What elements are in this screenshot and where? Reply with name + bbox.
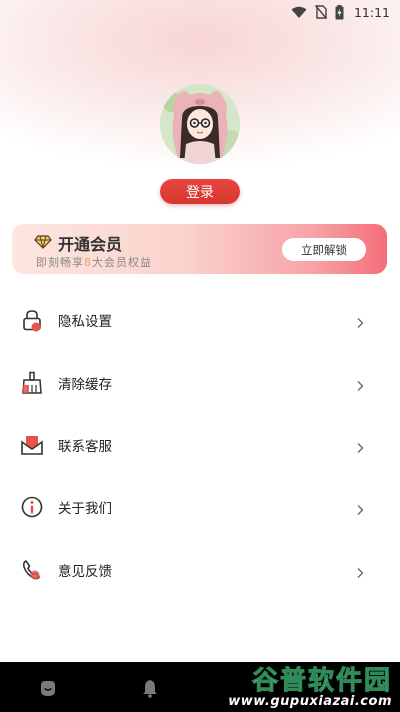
- status-time: 11:11: [353, 4, 390, 20]
- menu-item-label: 隐私设置: [58, 314, 112, 331]
- login-button[interactable]: 登录: [160, 179, 240, 204]
- lock-icon: [20, 308, 44, 332]
- vip-subtitle-suffix: 大会员权益: [92, 256, 152, 269]
- avatar[interactable]: [160, 84, 240, 164]
- chevron-right-icon: [355, 439, 365, 453]
- bottom-navigation: 谷普软件园 www.gupuxiazai.com: [0, 662, 400, 712]
- unlock-button[interactable]: 立即解锁: [282, 238, 366, 261]
- menu-item-contact-support[interactable]: 联系客服: [0, 414, 400, 476]
- menu-item-label: 关于我们: [58, 501, 112, 518]
- watermark-url: www.gupuxiazai.com: [228, 694, 392, 709]
- battery-charging-icon: [335, 4, 344, 20]
- phone-icon: [20, 558, 44, 582]
- vip-subtitle: 即刻畅享8大会员权益: [36, 254, 152, 270]
- wifi-icon: [291, 6, 307, 19]
- vip-card[interactable]: 开通会员 即刻畅享8大会员权益 立即解锁: [12, 224, 387, 274]
- menu-item-privacy[interactable]: 隐私设置: [0, 289, 400, 351]
- vip-title: 开通会员: [58, 235, 123, 254]
- chevron-right-icon: [355, 501, 365, 516]
- menu-item-feedback[interactable]: 意见反馈: [0, 539, 400, 601]
- watermark: 谷普软件园 www.gupuxiazai.com: [228, 666, 392, 710]
- menu-item-label: 清除缓存: [58, 376, 112, 393]
- chevron-right-icon: [355, 564, 365, 578]
- menu-item-label: 联系客服: [58, 438, 112, 455]
- diamond-icon: [34, 234, 52, 249]
- menu-item-about-us[interactable]: 关于我们: [0, 476, 400, 538]
- settings-menu: 隐私设置 清除缓存 联系客服 关于我们 意见反馈: [0, 289, 400, 601]
- vip-subtitle-highlight: 8: [84, 256, 92, 269]
- home-icon[interactable]: [38, 678, 58, 698]
- bell-icon[interactable]: [140, 678, 160, 698]
- info-icon: [20, 495, 44, 519]
- menu-item-clear-cache[interactable]: 清除缓存: [0, 351, 400, 413]
- chevron-right-icon: [355, 314, 365, 329]
- menu-item-label: 意见反馈: [58, 563, 112, 580]
- status-bar: 11:11: [0, 0, 400, 24]
- broom-icon: [20, 371, 44, 395]
- no-sim-icon: [314, 5, 327, 19]
- mail-icon: [20, 433, 44, 457]
- watermark-title: 谷普软件园: [251, 666, 392, 696]
- vip-subtitle-prefix: 即刻畅享: [36, 256, 84, 269]
- chevron-right-icon: [355, 377, 365, 391]
